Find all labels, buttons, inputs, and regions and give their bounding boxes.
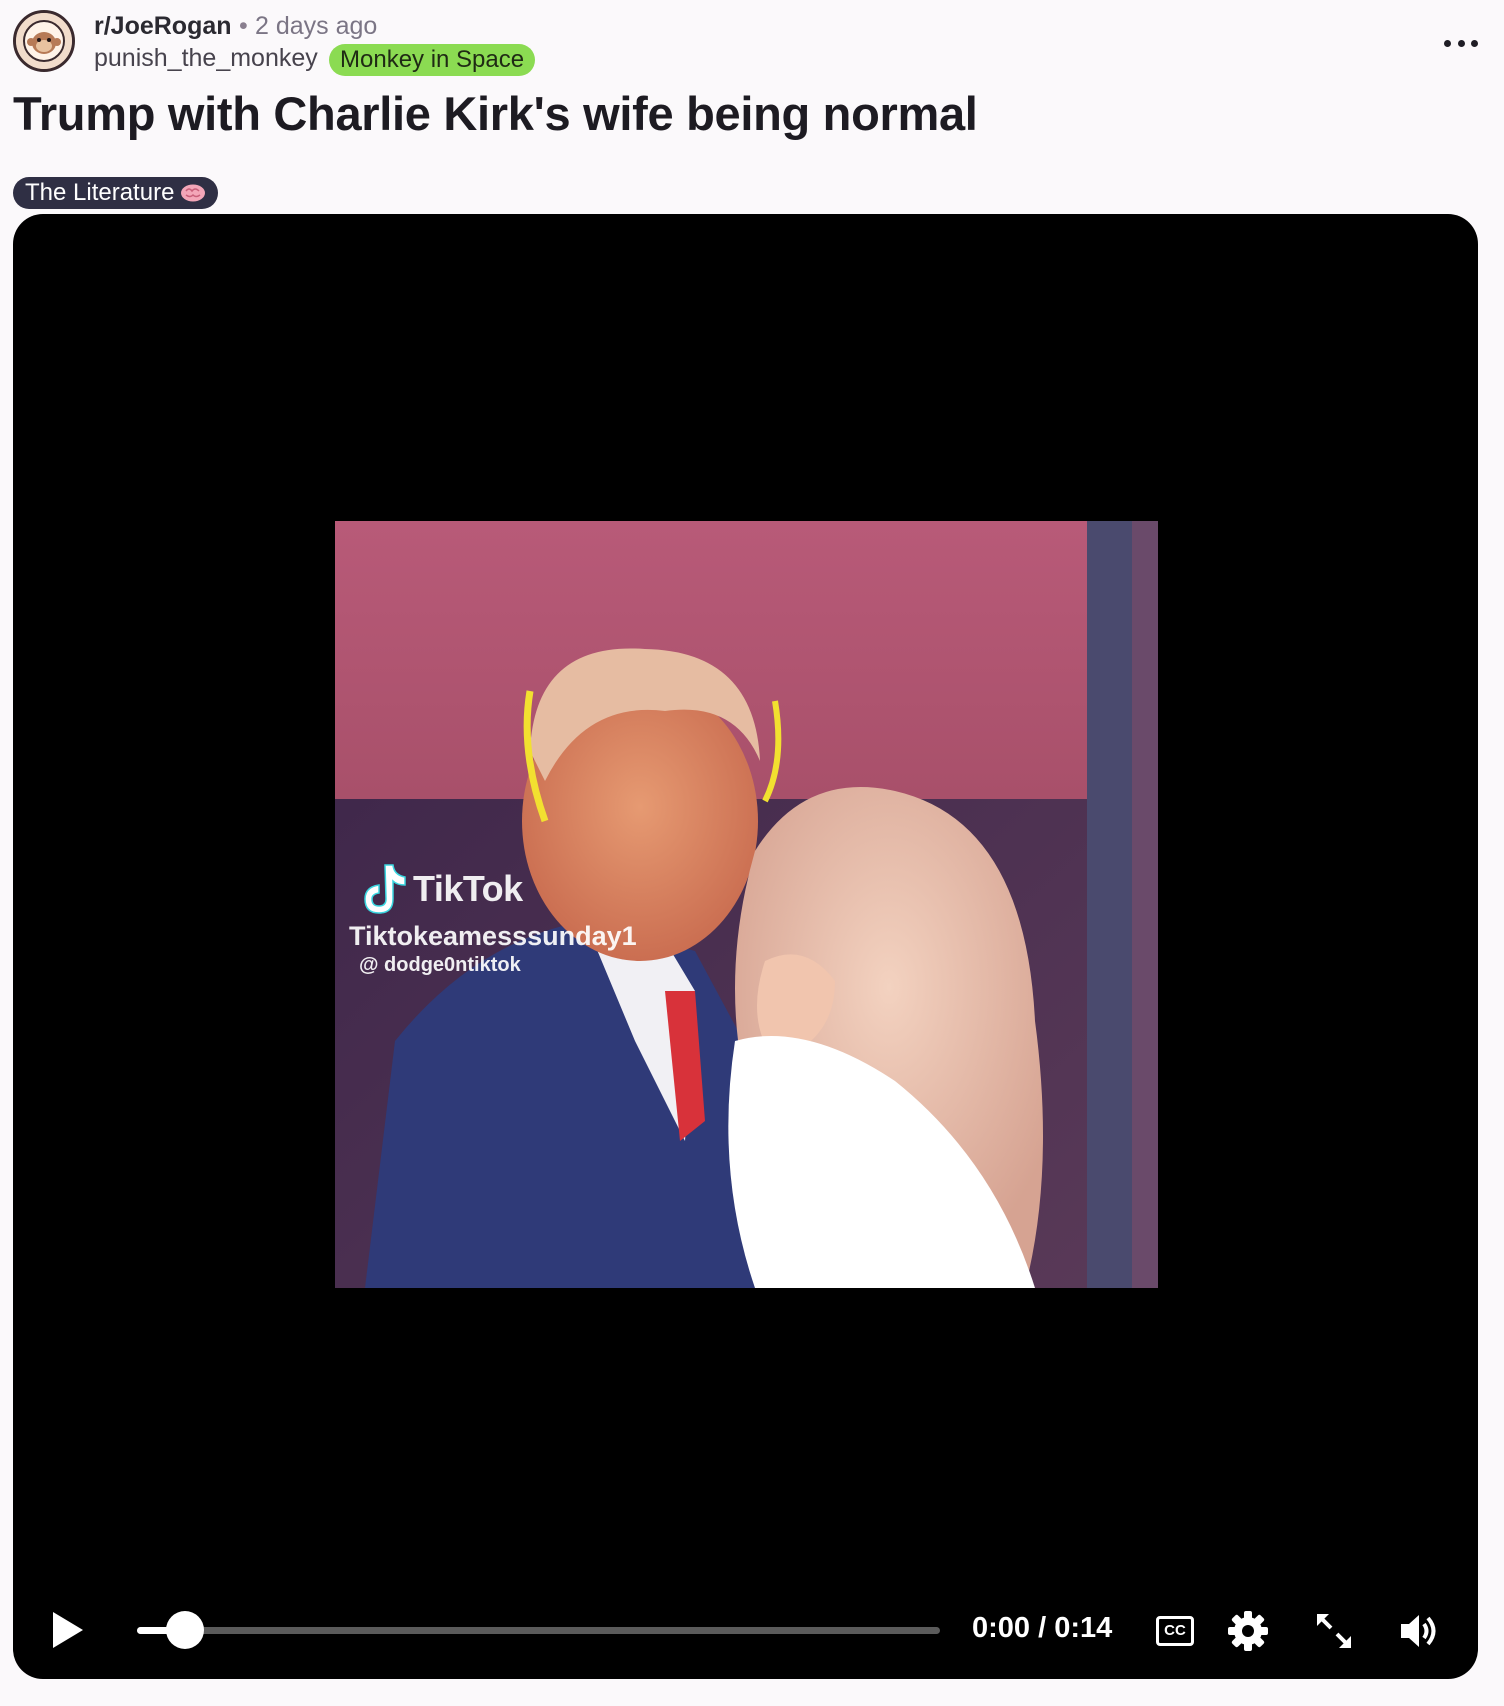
more-horizontal-icon xyxy=(1444,39,1451,47)
tiktok-logo-icon xyxy=(364,864,406,914)
subreddit-avatar[interactable] xyxy=(13,10,75,72)
volume-button[interactable] xyxy=(1397,1610,1439,1652)
expand-icon xyxy=(1317,1614,1351,1648)
post-time: 2 days ago xyxy=(255,12,378,40)
user-flair: Monkey in Space xyxy=(329,44,536,76)
video-controls: 0:00 / 0:14 CC xyxy=(13,1594,1478,1666)
tiktok-watermark: TikTok Tiktokeamesssunday1 @ dodge0ntikt… xyxy=(349,861,637,977)
video-frame: TikTok Tiktokeamesssunday1 @ dodge0ntikt… xyxy=(335,521,1158,1288)
volume-icon xyxy=(1401,1615,1436,1647)
post-flair[interactable]: The Literature xyxy=(13,177,219,209)
captions-button[interactable]: CC xyxy=(1156,1616,1194,1646)
gear-icon xyxy=(1228,1611,1268,1651)
play-button[interactable] xyxy=(45,1608,89,1652)
play-icon xyxy=(53,1612,83,1648)
more-options-button[interactable] xyxy=(1444,38,1478,48)
settings-button[interactable] xyxy=(1227,1610,1269,1652)
subreddit-name[interactable]: r/JoeRogan xyxy=(94,12,232,41)
post-flair-label: The Literature xyxy=(25,179,175,206)
tiktok-brand: TikTok xyxy=(413,868,523,909)
meta-separator: • xyxy=(239,12,248,40)
fullscreen-button[interactable] xyxy=(1313,1610,1355,1652)
author-username[interactable]: punish_the_monkey xyxy=(94,44,318,73)
tiktok-handle-overlap: Tiktokeamesssunday1 xyxy=(349,921,637,951)
monkey-logo-icon xyxy=(16,13,72,69)
post-title[interactable]: Trump with Charlie Kirk's wife being nor… xyxy=(13,86,978,141)
seek-handle[interactable] xyxy=(166,1611,205,1649)
time-display: 0:00 / 0:14 xyxy=(972,1612,1113,1644)
brain-icon xyxy=(181,184,206,202)
video-player[interactable]: TikTok Tiktokeamesssunday1 @ dodge0ntikt… xyxy=(13,214,1478,1679)
seek-bar[interactable] xyxy=(137,1611,940,1649)
tiktok-handle: @ dodge0ntiktok xyxy=(359,954,521,976)
